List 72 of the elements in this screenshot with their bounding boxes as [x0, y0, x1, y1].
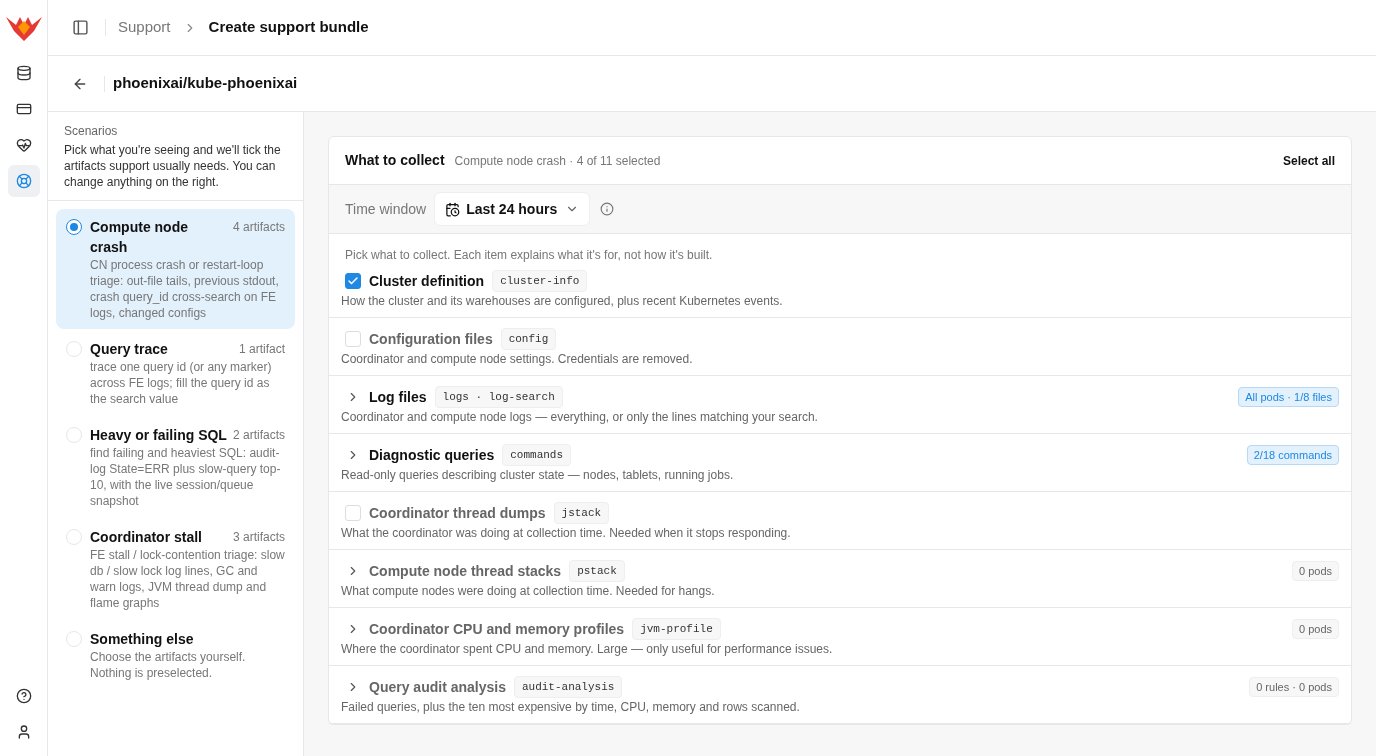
select-all-button[interactable]: Select all: [1282, 151, 1335, 170]
scenario-description: FE stall / lock-contention triage: slow db / slow lock log lines, GC and warn logs, JVM thread dump and flame graphs: [90, 547, 285, 611]
time-window-dropdown[interactable]: Last 24 hours: [434, 192, 591, 226]
help-icon: [15, 688, 32, 704]
scenario-title: Coordinator stall: [90, 528, 202, 547]
artifact-code: audit-analysis: [513, 675, 623, 699]
page-title: Create support bundle: [208, 17, 369, 38]
scenario-description: find failing and heaviest SQL: audit-log State=ERR plus slow-query top-10, with the live session/queue snapshot: [90, 445, 282, 509]
artifact-count: 3 artifacts: [232, 529, 285, 546]
scenario-option[interactable]: Query trace 1 artifact trace one query id (or any marker) across FE logs; fill the query id as the search value: [56, 331, 295, 415]
scenario-option[interactable]: Heavy or failing SQL 2 artifacts find failing and heaviest SQL: audit-log State=ERR plus slow-query top-10, with the live session/queue snapshot: [56, 417, 295, 517]
artifact-code: commands: [502, 443, 572, 467]
checkbox[interactable]: [345, 273, 361, 289]
info-icon: [600, 202, 615, 216]
card-icon: [15, 101, 32, 117]
scenario-option[interactable]: Something else Choose the artifacts yourself. Nothing is preselected.: [56, 621, 295, 689]
artifact-title: Query audit analysis: [369, 677, 506, 697]
artifact-badge: 0 pods: [1291, 618, 1339, 640]
artifact-title: Configuration files: [369, 329, 493, 349]
scenarios-intro: Pick what you're seeing and we'll tick the artifacts support usually needs. You can change anything on the right.: [64, 142, 282, 190]
artifact-code: pstack: [569, 559, 625, 583]
artifact-code: jstack: [553, 501, 610, 525]
artifact-description: Failed queries, plus the ten most expensive by time, CPU, memory and rows scanned.: [341, 699, 801, 715]
artifact-title: Cluster definition: [369, 271, 485, 291]
artifact-title: Diagnostic queries: [369, 445, 495, 465]
artifact-badge: All pods · 1/8 files: [1238, 386, 1339, 408]
artifact-badge: 2/18 commands: [1246, 444, 1339, 466]
cluster-title: phoenixai/kube-phoenixai: [113, 73, 298, 94]
scenarios-heading: Scenarios: [64, 123, 119, 140]
artifact-description: Coordinator and compute node logs — everything, or only the lines matching your search.: [341, 409, 819, 425]
artifact-description: Where the coordinator spent CPU and memory. Large — only useful for performance issues.: [341, 641, 834, 657]
lifebuoy-icon: [15, 173, 32, 189]
artifact-code: config: [500, 327, 557, 351]
artifact-description: What the coordinator was doing at collection time. Needed when it stops responding.: [341, 525, 792, 541]
database-icon: [15, 65, 32, 81]
scenario-option[interactable]: Coordinator stall 3 artifacts FE stall / lock-contention triage: slow db / slow lock log lines, GC and warn logs, JVM thread dump and flame graphs: [56, 519, 295, 619]
artifact-title: Compute node thread stacks: [369, 561, 562, 581]
artifact-count: 2 artifacts: [232, 427, 285, 444]
artifact-title: Coordinator CPU and memory profiles: [369, 619, 625, 639]
artifact-title: Coordinator thread dumps: [369, 503, 546, 523]
scenario-title: Query trace: [90, 340, 168, 359]
scenario-description: trace one query id (or any marker) across FE logs; fill the query id as the search value: [90, 359, 273, 407]
radio-button[interactable]: [66, 219, 82, 235]
scenario-description: Choose the artifacts yourself. Nothing is preselected.: [90, 649, 247, 681]
calendar-clock-icon: [445, 201, 461, 217]
back-button[interactable]: [72, 75, 105, 92]
scenario-title: Something else: [90, 630, 194, 649]
card-title: What to collect: [345, 151, 445, 170]
artifact-count: 1 artifact: [238, 341, 285, 358]
sidebar-toggle-icon: [72, 19, 89, 36]
artifact-badge: 0 rules · 0 pods: [1249, 676, 1339, 698]
artifact-description: Coordinator and compute node settings. Credentials are removed.: [341, 351, 694, 367]
check-icon: [347, 275, 359, 287]
time-window-label: Time window: [345, 199, 427, 219]
artifact-badge: 0 pods: [1291, 560, 1339, 582]
artifact-description: How the cluster and its warehouses are configured, plus recent Kubernetes events.: [341, 293, 784, 309]
scenario-title: Compute node crash: [90, 218, 189, 257]
artifact-code: jvm-profile: [632, 617, 721, 641]
heart-pulse-icon: [15, 137, 32, 153]
breadcrumb-link[interactable]: Support: [118, 16, 171, 39]
scenario-description: CN process crash or restart-loop triage: out-file tails, previous stdout, crash query_id cross-search on FE logs, changed configs: [90, 257, 280, 321]
artifact-description: What compute nodes were doing at collection time. Needed for hangs.: [341, 583, 716, 599]
artifact-title: Log files: [369, 387, 427, 407]
collect-hint: Pick what to collect. Each item explains what it's for, not how it's built.: [344, 247, 714, 264]
selection-summary: Compute node crash · 4 of 11 selected: [454, 152, 661, 170]
sidebar-toggle-button[interactable]: [72, 19, 106, 36]
artifact-count: 4 artifacts: [232, 219, 285, 236]
artifact-code: cluster-info: [492, 269, 588, 293]
artifact-description: Read-only queries describing cluster state — nodes, tablets, running jobs.: [341, 467, 735, 483]
scenario-option[interactable]: Compute node crash 4 artifacts CN process crash or restart-loop triage: out-file tails, previous stdout, crash query_id cross-search on FE logs, changed configs: [56, 209, 295, 329]
scenario-title: Heavy or failing SQL: [90, 426, 227, 445]
artifact-code: logs · log-search: [434, 385, 563, 409]
